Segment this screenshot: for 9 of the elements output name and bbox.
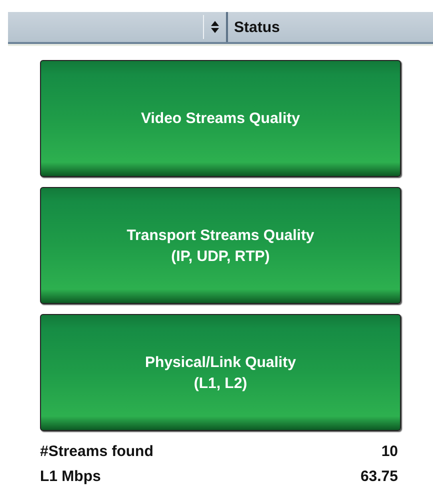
stat-value: 10 — [381, 443, 398, 460]
quality-button[interactable]: Physical/Link Quality (L1, L2) — [40, 314, 401, 431]
column-header[interactable]: Status — [226, 12, 433, 42]
stat-label: #Streams found — [40, 443, 154, 460]
sort-icon[interactable] — [211, 21, 219, 33]
stat-label: L1 Mbps — [40, 468, 101, 485]
quality-button[interactable]: Transport Streams Quality (IP, UDP, RTP) — [40, 187, 401, 304]
quality-button[interactable]: Video Streams Quality — [40, 60, 401, 177]
stat-value: 63.75 — [360, 468, 398, 485]
